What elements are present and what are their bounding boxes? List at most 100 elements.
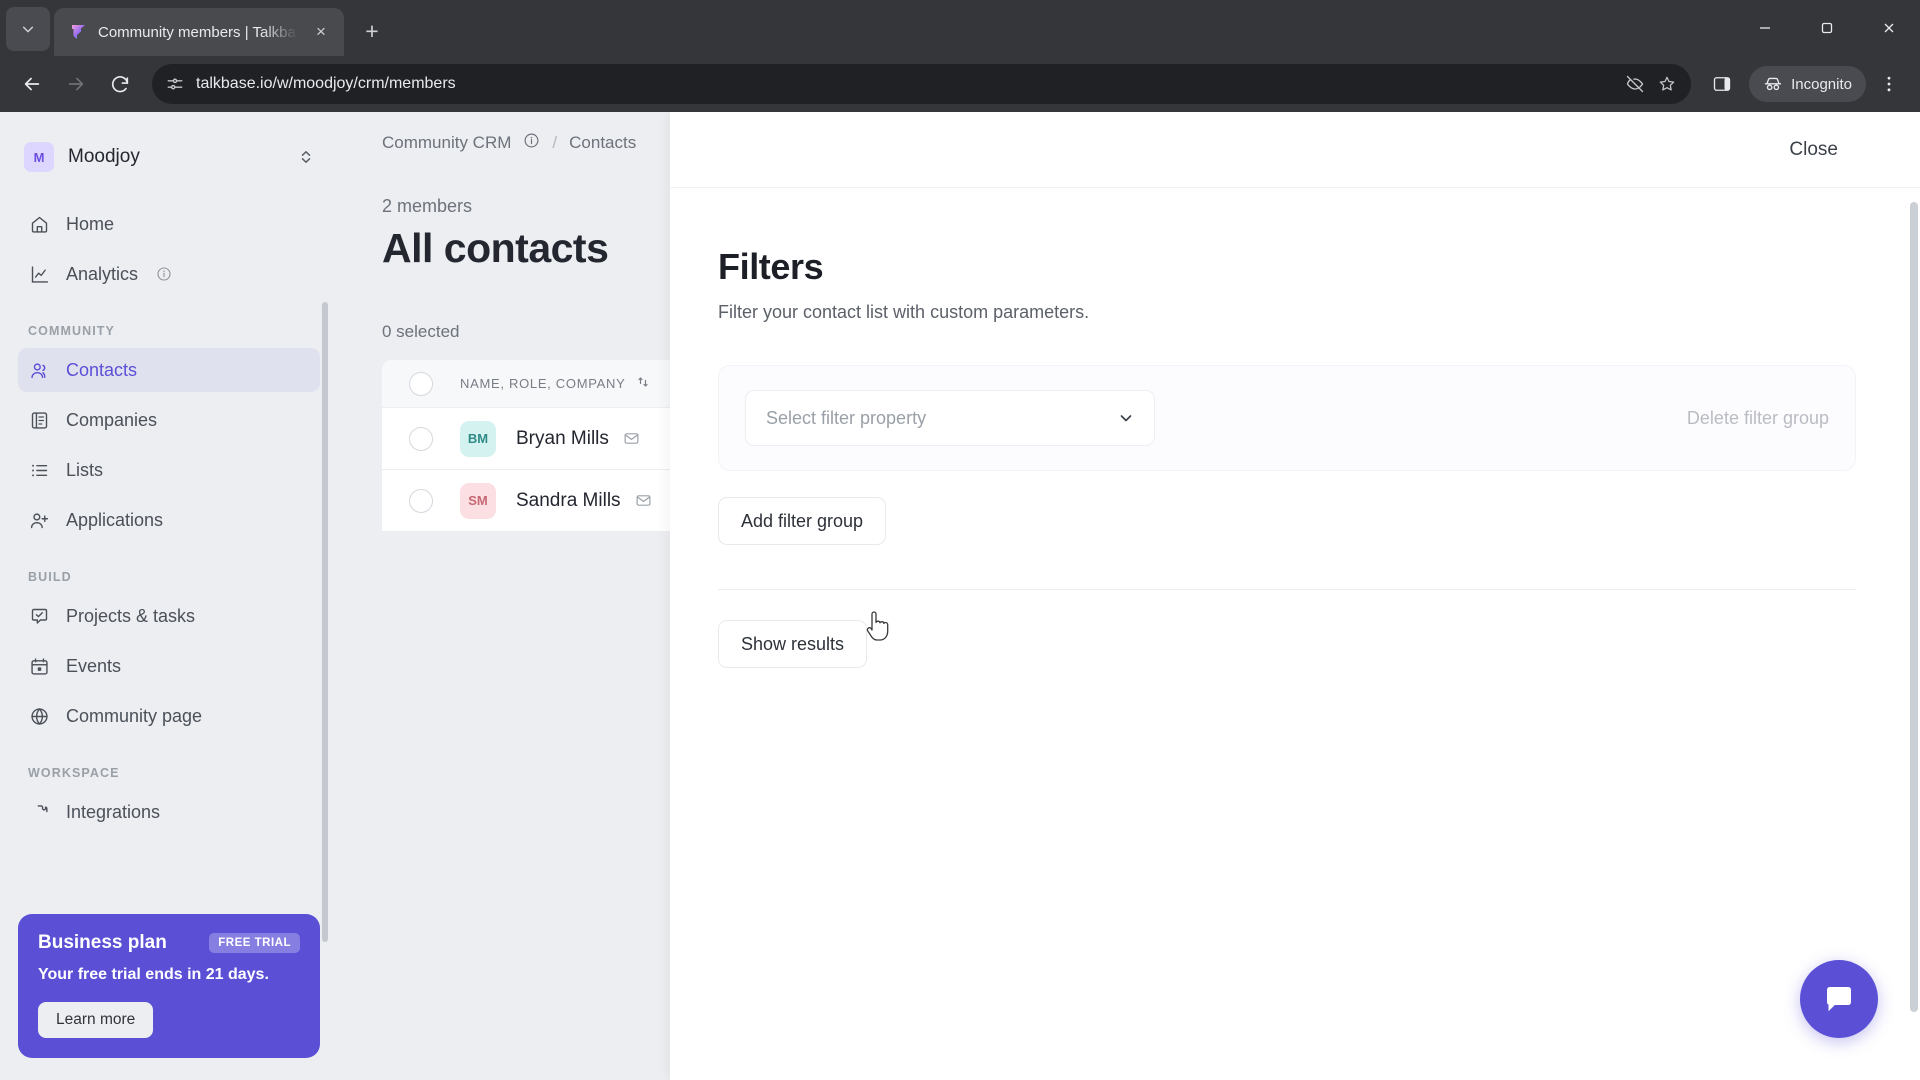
back-icon[interactable] xyxy=(12,64,52,104)
contact-name: Sandra Mills xyxy=(516,489,621,511)
row-select-cell[interactable] xyxy=(382,426,460,451)
close-icon[interactable]: × xyxy=(308,19,334,45)
row-checkbox[interactable] xyxy=(409,488,433,513)
globe-icon xyxy=(28,705,50,727)
window-close-icon[interactable] xyxy=(1858,0,1920,56)
filters-drawer: Close Filters Filter your contact list w… xyxy=(670,112,1920,1080)
lists-icon xyxy=(28,459,50,481)
add-filter-group-button[interactable]: Add filter group xyxy=(718,497,887,545)
sidebar-group-title-workspace: WORKSPACE xyxy=(28,766,120,780)
maximize-icon[interactable] xyxy=(1796,0,1858,56)
companies-icon xyxy=(28,409,50,431)
add-filter-group-wrap: Add filter group xyxy=(718,497,1920,545)
row-name-cell: SM Sandra Mills xyxy=(460,482,652,519)
workspace-switcher[interactable]: M Moodjoy xyxy=(18,130,320,184)
breadcrumb-current[interactable]: Contacts xyxy=(569,133,636,153)
sidebar-item-label: Companies xyxy=(66,409,158,430)
web-page: M Moodjoy Home Analytics COMMUNITY Conta… xyxy=(0,112,1920,1080)
column-header-name[interactable]: NAME, ROLE, COMPANY xyxy=(460,376,649,391)
row-select-cell[interactable] xyxy=(382,488,460,513)
chrome-menu-icon[interactable] xyxy=(1870,65,1908,103)
close-button[interactable]: Close xyxy=(1771,129,1856,171)
incognito-indicator[interactable]: Incognito xyxy=(1749,66,1866,102)
workspace-name: Moodjoy xyxy=(68,146,140,167)
row-name-cell: BM Bryan Mills xyxy=(460,420,640,457)
browser-window: Community members | Talkbase × + talkbas… xyxy=(0,0,1920,1080)
sidebar-group-title-build: BUILD xyxy=(28,570,72,584)
sidebar-item-integrations[interactable]: Integrations xyxy=(18,790,320,834)
section-divider xyxy=(718,589,1856,590)
new-tab-button[interactable]: + xyxy=(354,13,390,49)
breadcrumb-root[interactable]: Community CRM xyxy=(382,133,511,153)
reload-icon[interactable] xyxy=(100,64,140,104)
show-results-wrap: Show results xyxy=(718,620,1920,668)
filter-group-card: Select filter property Delete filter gro… xyxy=(718,365,1856,471)
workspace-avatar: M xyxy=(24,142,54,172)
calendar-icon xyxy=(28,655,50,677)
chevron-down-icon xyxy=(22,26,34,33)
sidebar-item-label: Applications xyxy=(66,509,164,530)
learn-more-button[interactable]: Learn more xyxy=(38,1002,154,1038)
chat-icon xyxy=(1827,987,1851,1012)
chat-support-button[interactable] xyxy=(1800,960,1878,1038)
show-results-button[interactable]: Show results xyxy=(718,620,868,668)
drawer-title: Filters xyxy=(718,246,824,287)
chevron-updown-icon[interactable] xyxy=(298,149,314,165)
sidebar-item-home[interactable]: Home xyxy=(18,202,320,246)
bookmark-star-icon[interactable] xyxy=(1657,74,1677,94)
hide-icon[interactable] xyxy=(1625,74,1645,94)
sidebar-item-applications[interactable]: Applications xyxy=(18,498,320,542)
contact-name: Bryan Mills xyxy=(516,427,609,449)
tab-search-button[interactable] xyxy=(6,7,50,51)
home-icon xyxy=(28,213,50,235)
sidebar-item-label: Home xyxy=(66,213,115,234)
sidebar-item-label: Events xyxy=(66,655,122,676)
sidebar-item-companies[interactable]: Companies xyxy=(18,398,320,442)
mail-icon[interactable] xyxy=(635,492,652,509)
site-settings-icon[interactable] xyxy=(166,75,184,93)
sidebar-item-label: Analytics xyxy=(66,263,139,284)
sidebar-top-nav: Home Analytics xyxy=(18,202,320,302)
sidebar-item-events[interactable]: Events xyxy=(18,644,320,688)
row-checkbox[interactable] xyxy=(409,426,433,451)
info-icon[interactable] xyxy=(523,132,540,154)
side-panel-icon[interactable] xyxy=(1703,65,1741,103)
sidebar-item-analytics[interactable]: Analytics xyxy=(18,252,320,296)
browser-tab[interactable]: Community members | Talkbase × xyxy=(54,8,344,56)
sidebar-item-label: Community page xyxy=(66,705,203,726)
integrations-icon xyxy=(28,801,50,823)
drawer-body: Filters Filter your contact list with cu… xyxy=(670,188,1920,668)
browser-toolbar: talkbase.io/w/moodjoy/crm/members Incogn… xyxy=(0,56,1920,112)
chevron-down-icon[interactable] xyxy=(1118,410,1134,426)
delete-filter-group-button[interactable]: Delete filter group xyxy=(1687,408,1829,429)
analytics-icon xyxy=(28,263,50,285)
sidebar-scrollbar[interactable] xyxy=(322,302,328,942)
avatar: SM xyxy=(460,482,496,519)
applications-icon xyxy=(28,509,50,531)
tab-strip: Community members | Talkbase × + xyxy=(0,0,1920,56)
sidebar-item-projects-tasks[interactable]: Projects & tasks xyxy=(18,594,320,638)
sidebar-item-community-page[interactable]: Community page xyxy=(18,694,320,738)
sidebar-item-label: Lists xyxy=(66,459,104,480)
mail-icon[interactable] xyxy=(623,430,640,447)
sort-icon[interactable] xyxy=(637,376,649,391)
drawer-subtitle: Filter your contact list with custom par… xyxy=(718,302,1090,322)
tasks-icon xyxy=(28,605,50,627)
talkbase-logo-icon xyxy=(68,22,88,42)
url-text: talkbase.io/w/moodjoy/crm/members xyxy=(196,75,456,92)
select-all-checkbox[interactable] xyxy=(409,371,433,396)
sidebar-item-lists[interactable]: Lists xyxy=(18,448,320,492)
filter-property-select[interactable]: Select filter property xyxy=(745,390,1155,446)
window-controls xyxy=(1734,0,1920,56)
forward-icon[interactable] xyxy=(56,64,96,104)
plan-subtitle: Your free trial ends in 21 days. xyxy=(38,966,269,983)
minimize-icon[interactable] xyxy=(1734,0,1796,56)
page-scrollbar[interactable] xyxy=(1910,202,1918,1012)
tab-title: Community members | Talkbase xyxy=(98,23,298,41)
sidebar-item-contacts[interactable]: Contacts xyxy=(18,348,320,392)
select-all-cell[interactable] xyxy=(382,371,460,396)
info-icon[interactable] xyxy=(156,266,172,282)
sidebar-item-label: Contacts xyxy=(66,359,138,380)
plan-upgrade-card[interactable]: Business plan FREE TRIAL Your free trial… xyxy=(18,914,320,1058)
address-bar[interactable]: talkbase.io/w/moodjoy/crm/members xyxy=(152,64,1692,104)
